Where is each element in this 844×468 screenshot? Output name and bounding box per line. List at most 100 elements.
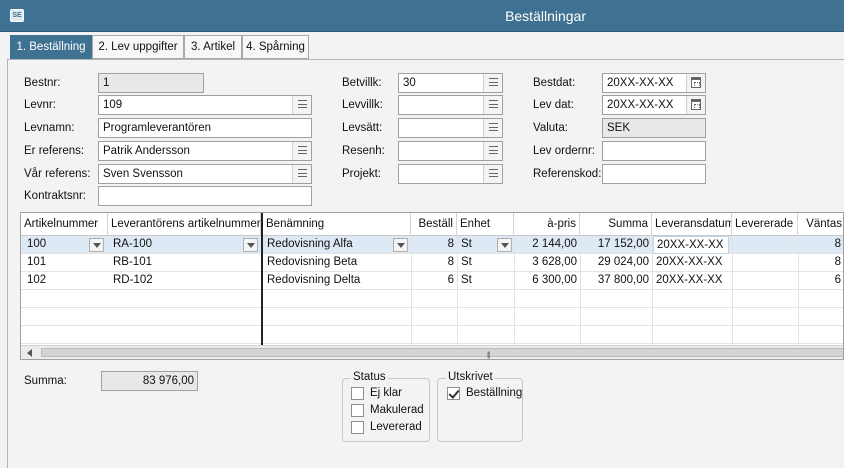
calendar-icon — [691, 77, 701, 88]
cell-bestall: 6 — [447, 274, 454, 286]
cell-leveransdatum: 20XX-XX-XX — [653, 236, 729, 254]
cell-artikelnummer: 102 — [27, 274, 47, 286]
referenskod-field[interactable] — [602, 164, 706, 184]
artikel-dropdown-icon[interactable] — [89, 238, 104, 252]
levnr-lookup-button[interactable] — [292, 96, 311, 114]
cell-benamning: Redovisning Beta — [267, 256, 358, 268]
levererad-label: Levererad — [370, 421, 422, 433]
er-referens-label: Er referens: — [24, 145, 85, 157]
er-referens-lookup-button[interactable] — [292, 142, 311, 160]
col-vantas[interactable]: Väntas — [798, 213, 843, 236]
levvillk-lookup-button[interactable] — [483, 96, 502, 114]
er-referens-field[interactable]: Patrik Andersson — [98, 141, 312, 161]
grip-icon: ||| — [487, 352, 491, 359]
list-icon — [489, 169, 498, 177]
ej-klar-checkbox[interactable] — [351, 387, 364, 400]
cell-lev-artikelnummer: RB-101 — [113, 256, 152, 268]
bestdat-label: Bestdat: — [533, 77, 576, 89]
cell-enhet: St — [461, 256, 472, 268]
scroll-left-icon[interactable] — [27, 349, 32, 357]
cell-summa: 29 024,00 — [597, 256, 649, 268]
lev-ordernr-field[interactable] — [602, 141, 706, 161]
levvillk-field[interactable] — [398, 95, 503, 115]
cell-bestall: 8 — [447, 256, 454, 268]
cell-bestall: 8 — [447, 238, 454, 250]
projekt-field[interactable] — [398, 164, 503, 184]
empty-row — [21, 308, 843, 326]
col-levererade[interactable]: Levererade — [732, 213, 798, 236]
column-divider — [580, 236, 581, 347]
makulerad-label: Makulerad — [370, 404, 424, 416]
list-icon — [489, 78, 498, 86]
kontraktsnr-field[interactable] — [98, 186, 312, 206]
makulerad-checkbox[interactable] — [351, 404, 364, 417]
var-referens-lookup-button[interactable] — [292, 165, 311, 183]
table-row[interactable]: 102 RD-102 Redovisning Delta 6 St 6 300,… — [21, 272, 843, 290]
cell-summa: 37 800,00 — [597, 274, 649, 286]
bestdat-value: 20XX-XX-XX — [607, 77, 674, 89]
col-summa[interactable]: Summa — [580, 213, 652, 236]
levnr-label: Levnr: — [24, 99, 56, 111]
col-apris[interactable]: à-pris — [514, 213, 580, 236]
col-bestall[interactable]: Beställ — [411, 213, 457, 236]
levsatt-field[interactable] — [398, 118, 503, 138]
cell-enhet: St — [461, 274, 472, 286]
cell-enhet: St — [461, 238, 472, 250]
levart-dropdown-icon[interactable] — [243, 238, 258, 252]
column-divider — [652, 236, 653, 347]
tab-lev-uppgifter[interactable]: 2. Lev uppgifter — [92, 35, 184, 59]
tab-artikel[interactable]: 3. Artikel — [184, 35, 242, 59]
list-icon — [489, 123, 498, 131]
col-benamning[interactable]: Benämning — [263, 213, 411, 236]
resenh-lookup-button[interactable] — [483, 142, 502, 160]
valuta-label: Valuta: — [533, 122, 568, 134]
cell-artikelnummer: 101 — [27, 256, 47, 268]
scroll-thumb[interactable]: ||| — [41, 348, 843, 359]
col-lev-artikelnummer[interactable]: Leverantörens artikelnummer — [108, 213, 261, 236]
levererad-checkbox[interactable] — [351, 421, 364, 434]
col-artikelnummer[interactable]: Artikelnummer — [21, 213, 108, 236]
referenskod-label: Referenskod: — [533, 168, 602, 180]
cell-levererade — [732, 272, 798, 290]
enhet-dropdown-icon[interactable] — [497, 238, 512, 252]
benamning-dropdown-icon[interactable] — [393, 238, 408, 252]
lev-dat-field[interactable]: 20XX-XX-XX — [602, 95, 706, 115]
levnr-field[interactable]: 109 — [98, 95, 312, 115]
betvillk-lookup-button[interactable] — [483, 74, 502, 92]
list-icon — [298, 146, 307, 154]
utskrivet-caption: Utskrivet — [446, 371, 495, 383]
bestdat-calendar-button[interactable] — [686, 74, 705, 92]
bestdat-field[interactable]: 20XX-XX-XX — [602, 73, 706, 93]
column-divider — [457, 236, 458, 347]
levnr-value: 109 — [103, 99, 123, 111]
levsatt-lookup-button[interactable] — [483, 119, 502, 137]
valuta-field: SEK — [602, 118, 706, 138]
tab-bestallning[interactable]: 1. Beställning — [10, 35, 92, 59]
table-row[interactable]: 101 RB-101 Redovisning Beta 8 St 3 628,0… — [21, 254, 843, 272]
list-icon — [489, 100, 498, 108]
levnamn-field[interactable]: Programleverantören — [98, 118, 312, 138]
resenh-field[interactable] — [398, 141, 503, 161]
betvillk-field[interactable]: 30 — [398, 73, 503, 93]
lev-dat-calendar-button[interactable] — [686, 96, 705, 114]
betvillk-label: Betvillk: — [342, 77, 382, 89]
projekt-lookup-button[interactable] — [483, 165, 502, 183]
projekt-label: Projekt: — [342, 168, 381, 180]
betvillk-value: 30 — [403, 77, 416, 89]
col-enhet[interactable]: Enhet — [457, 213, 514, 236]
lev-ordernr-label: Lev ordernr: — [533, 145, 596, 157]
cell-lev-artikelnummer: RD-102 — [113, 274, 153, 286]
frozen-column-divider — [261, 213, 263, 347]
er-referens-value: Patrik Andersson — [103, 145, 190, 157]
calendar-icon — [691, 99, 701, 110]
cell-apris: 2 144,00 — [532, 238, 577, 250]
var-referens-field[interactable]: Sven Svensson — [98, 164, 312, 184]
bestallning-checkbox[interactable] — [447, 387, 460, 400]
order-lines-grid: Artikelnummer Leverantörens artikelnumme… — [20, 212, 844, 360]
table-row[interactable]: 100 RA-100 Redovisning Alfa 8 St 2 144,0… — [21, 236, 843, 254]
tab-sparning[interactable]: 4. Spårning — [242, 35, 309, 59]
lev-dat-label: Lev dat: — [533, 99, 574, 111]
col-leveransdatum[interactable]: Leveransdatum — [652, 213, 732, 236]
list-icon — [298, 100, 307, 108]
horizontal-scrollbar[interactable]: ||| — [21, 345, 843, 359]
